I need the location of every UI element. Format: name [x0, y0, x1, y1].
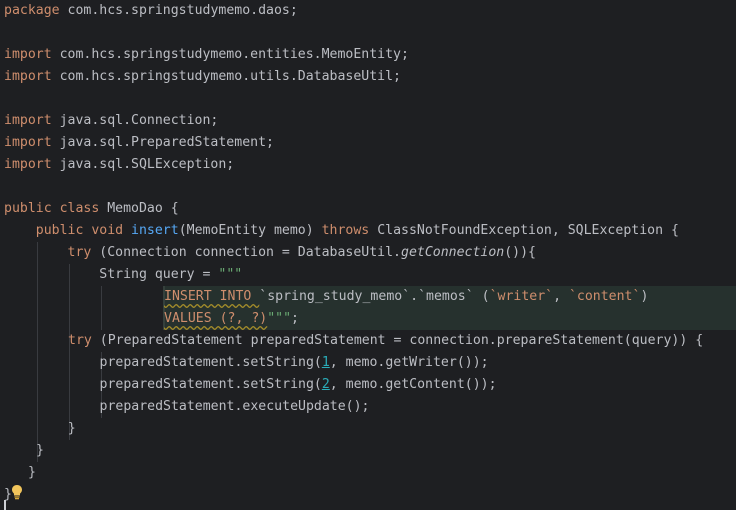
code-token: ,	[553, 289, 569, 304]
code-token: `content`	[568, 289, 641, 304]
code-token: preparedStatement.setString(	[36, 377, 322, 392]
code-line[interactable]: public void insert(MemoEntity memo) thro…	[4, 220, 679, 242]
code-token: import	[4, 47, 60, 62]
code-token: }	[28, 465, 36, 480]
code-line[interactable]: import java.sql.SQLException;	[4, 154, 234, 176]
code-token: 1	[321, 355, 330, 370]
code-line[interactable]: }	[36, 418, 76, 440]
code-token: MemoDao {	[107, 201, 179, 216]
code-token: INSERT INTO	[164, 289, 260, 304]
code-token: (MemoEntity memo)	[178, 223, 322, 238]
code-token: preparedStatement.executeUpdate();	[36, 399, 370, 414]
code-token: ClassNotFoundException, SQLException {	[377, 223, 679, 238]
code-line[interactable]: String query = """	[4, 264, 242, 286]
code-token: , memo.getContent());	[329, 377, 497, 392]
lightbulb-icon[interactable]	[10, 484, 24, 500]
code-token: }	[36, 443, 44, 458]
code-token: }	[36, 421, 76, 436]
code-token: import	[4, 157, 60, 172]
code-editor[interactable]: package com.hcs.springstudymemo.daos; im…	[0, 0, 736, 510]
code-token: java.sql.SQLException;	[59, 157, 235, 172]
code-line[interactable]: package com.hcs.springstudymemo.daos;	[4, 0, 298, 22]
code-token: (Connection connection = DatabaseUtil.	[99, 245, 401, 260]
code-line[interactable]: preparedStatement.setString(1, memo.getW…	[36, 352, 489, 374]
code-token: java.sql.PreparedStatement;	[59, 135, 274, 150]
code-token: )	[640, 289, 649, 304]
code-token: com.hcs.springstudymemo.daos;	[67, 3, 298, 18]
code-token: preparedStatement.setString(	[36, 355, 322, 370]
code-token: public class	[4, 201, 108, 216]
code-token: 2	[321, 377, 330, 392]
code-token: throws	[321, 223, 378, 238]
code-token: insert	[131, 223, 179, 238]
code-token: """	[267, 311, 292, 326]
code-token: try	[67, 245, 100, 260]
code-line[interactable]: preparedStatement.executeUpdate();	[36, 396, 370, 418]
code-token: .	[410, 289, 419, 304]
code-token: public void	[35, 223, 132, 238]
code-token: com.hcs.springstudymemo.entities.MemoEnt…	[59, 47, 409, 62]
code-line[interactable]: import com.hcs.springstudymemo.utils.Dat…	[4, 66, 401, 88]
code-line[interactable]: import com.hcs.springstudymemo.entities.…	[4, 44, 409, 66]
code-line[interactable]: preparedStatement.setString(2, memo.getC…	[36, 374, 497, 396]
code-token: try	[68, 333, 100, 348]
code-line[interactable]: INSERT INTO `spring_study_memo`.`memos` …	[164, 286, 648, 308]
code-token: `writer`	[489, 289, 554, 304]
code-token: import	[4, 113, 60, 128]
code-token: ()){	[504, 245, 536, 260]
indent-guide	[101, 286, 102, 330]
code-token: package	[4, 3, 68, 18]
code-line[interactable]: }	[36, 440, 44, 462]
code-token: getConnection	[401, 245, 505, 260]
code-token: String query =	[4, 267, 219, 282]
code-token: import	[4, 69, 60, 84]
code-token: """	[218, 267, 243, 282]
code-token: java.sql.Connection;	[59, 113, 219, 128]
code-token: `spring_study_memo`	[259, 289, 411, 304]
code-line[interactable]: public class MemoDao {	[4, 198, 179, 220]
code-token: (PreparedStatement preparedStatement = c…	[99, 333, 704, 348]
code-line[interactable]: import java.sql.PreparedStatement;	[4, 132, 274, 154]
code-token: com.hcs.springstudymemo.utils.DatabaseUt…	[59, 69, 401, 84]
code-line[interactable]: import java.sql.Connection;	[4, 110, 218, 132]
code-token: VALUES (?, ?)	[164, 311, 268, 326]
code-line[interactable]: try (Connection connection = DatabaseUti…	[4, 242, 536, 264]
code-token: , memo.getWriter());	[329, 355, 489, 370]
code-token: ;	[291, 311, 299, 326]
code-token: (	[473, 289, 490, 304]
text-caret	[4, 500, 6, 510]
code-token: `memos`	[418, 289, 474, 304]
code-line[interactable]: VALUES (?, ?)""";	[164, 308, 299, 330]
code-line[interactable]: try (PreparedStatement preparedStatement…	[68, 330, 703, 352]
code-token: import	[4, 135, 60, 150]
code-line[interactable]: }	[28, 462, 36, 484]
